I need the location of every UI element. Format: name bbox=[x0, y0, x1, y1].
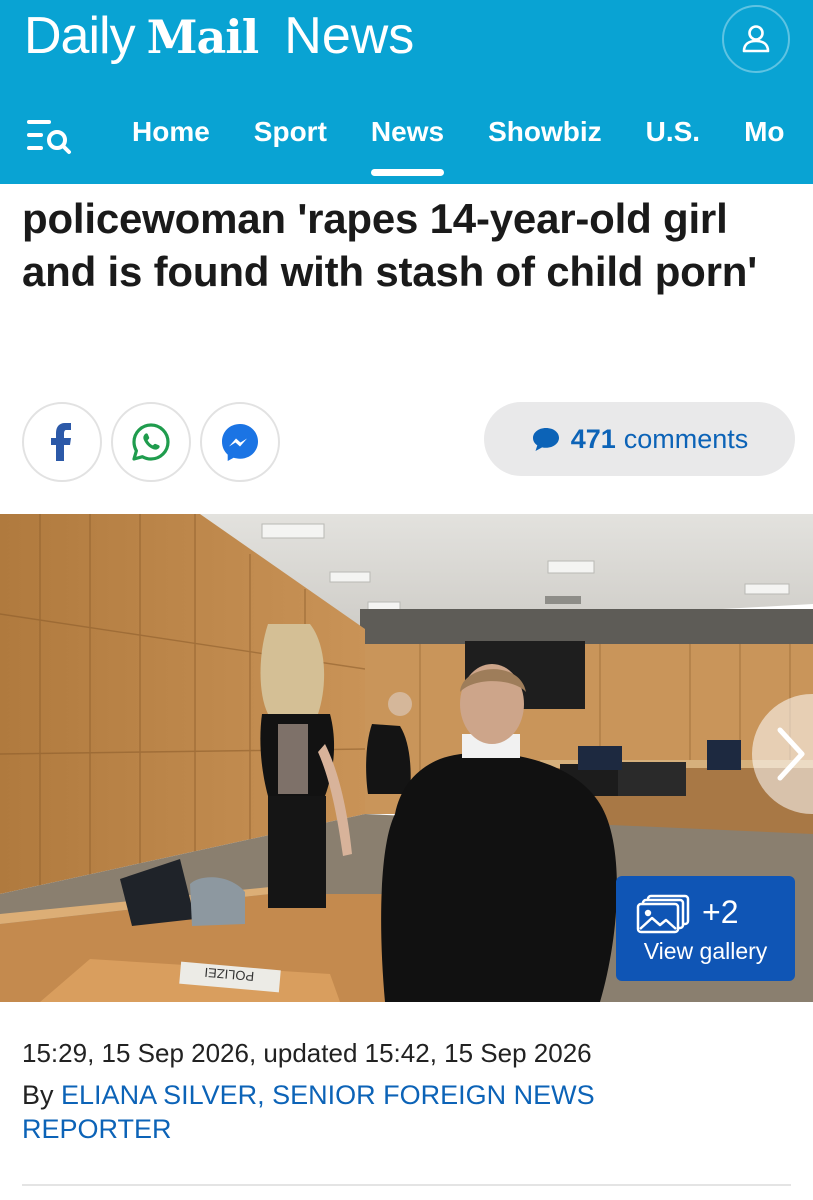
nav-item-home[interactable]: Home bbox=[132, 114, 210, 158]
nav-items: Home Sport News Showbiz U.S. Mo bbox=[132, 114, 813, 176]
article-timestamp: 15:29, 15 Sep 2026, updated 15:42, 15 Se… bbox=[22, 1038, 592, 1068]
share-whatsapp-button[interactable] bbox=[111, 402, 191, 482]
logo-section-news: News bbox=[284, 7, 415, 65]
whatsapp-icon bbox=[132, 423, 170, 461]
divider bbox=[22, 1184, 791, 1186]
messenger-icon bbox=[222, 424, 258, 461]
user-icon bbox=[742, 25, 770, 53]
comments-count: 471 bbox=[570, 423, 616, 454]
share-facebook-button[interactable] bbox=[22, 402, 102, 482]
nav-item-sport[interactable]: Sport bbox=[254, 114, 327, 158]
main-nav: Home Sport News Showbiz U.S. Mo bbox=[0, 100, 813, 184]
gallery-count: +2 bbox=[702, 894, 739, 930]
comments-label: comments bbox=[623, 423, 749, 454]
gallery-label: View gallery bbox=[643, 938, 768, 964]
nav-item-more[interactable]: Mo bbox=[744, 114, 784, 158]
nav-item-news[interactable]: News bbox=[370, 114, 445, 176]
logo-mail: Mail bbox=[146, 10, 260, 64]
chevron-right-icon bbox=[777, 727, 805, 781]
site-header: Daily Mail News Home Sport News Showbiz … bbox=[0, 0, 813, 184]
share-messenger-button[interactable] bbox=[200, 402, 280, 482]
menu-search-icon[interactable] bbox=[26, 116, 72, 156]
comments-button[interactable]: 471 comments bbox=[484, 402, 795, 476]
nav-item-us[interactable]: U.S. bbox=[646, 114, 700, 158]
article-byline: By ELIANA SILVER, SENIOR FOREIGN NEWS RE… bbox=[22, 1078, 722, 1146]
comment-bubble-icon bbox=[532, 428, 559, 451]
article-headline: policewoman 'rapes 14-year-old girl and … bbox=[22, 195, 758, 295]
gallery-icon bbox=[636, 894, 690, 934]
author-link[interactable]: ELIANA SILVER, SENIOR FOREIGN NEWS REPOR… bbox=[22, 1080, 595, 1144]
site-logo[interactable]: Daily Mail News bbox=[24, 6, 414, 72]
facebook-icon bbox=[51, 423, 71, 461]
logo-daily: Daily bbox=[24, 7, 136, 65]
account-button[interactable] bbox=[722, 5, 790, 73]
nav-item-showbiz[interactable]: Showbiz bbox=[488, 114, 602, 158]
article-hero-image[interactable]: POLIZEI +2 View gallery bbox=[0, 514, 813, 1002]
byline-prefix: By bbox=[22, 1080, 54, 1110]
view-gallery-button[interactable]: +2 View gallery bbox=[616, 876, 795, 981]
